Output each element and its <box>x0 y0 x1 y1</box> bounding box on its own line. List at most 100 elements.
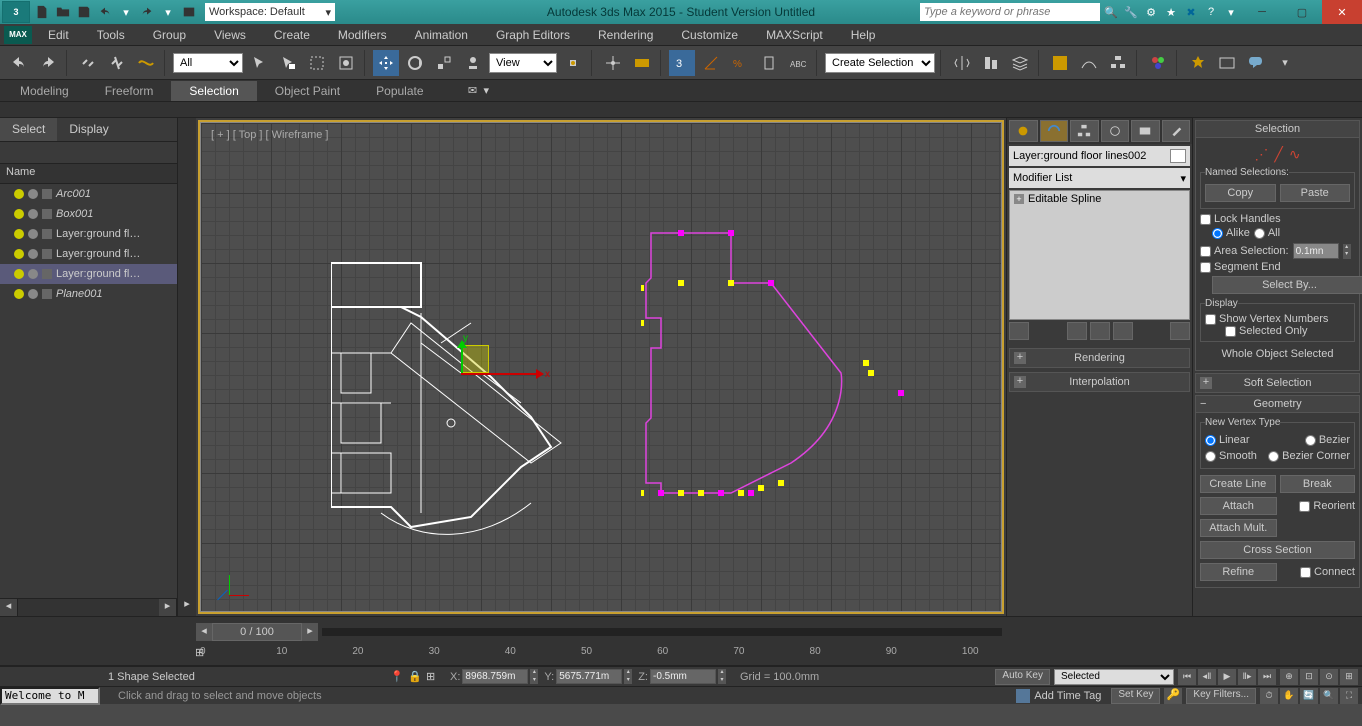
spinner-snap-button[interactable] <box>756 50 782 76</box>
soft-selection-rollout[interactable]: +Soft Selection <box>1196 374 1359 392</box>
autokey-button[interactable]: Auto Key <box>995 669 1050 685</box>
edit-named-sel-button[interactable]: ABC <box>785 50 811 76</box>
menu-edit[interactable]: Edit <box>34 26 83 44</box>
refine-button[interactable]: Refine <box>1200 563 1277 581</box>
schematic-view-button[interactable] <box>1105 50 1131 76</box>
time-tag-icon[interactable] <box>1016 689 1030 703</box>
stack-remove-button[interactable] <box>1113 322 1133 340</box>
modifier-list-combo[interactable]: Modifier List▾ <box>1009 168 1190 188</box>
geometry-rollout-header[interactable]: −Geometry <box>1196 396 1359 413</box>
align-button[interactable] <box>978 50 1004 76</box>
ribbon-tab-objectpaint[interactable]: Object Paint <box>257 81 358 101</box>
scale-button[interactable] <box>431 50 457 76</box>
scene-scroll-left[interactable]: ◂ <box>0 599 18 616</box>
area-selection-checkbox[interactable] <box>1200 246 1211 257</box>
linear-radio[interactable] <box>1205 435 1216 446</box>
scene-item[interactable]: Layer:ground fl… <box>0 224 177 244</box>
prev-frame-button[interactable]: ◂Ⅱ <box>1198 669 1216 685</box>
play-button[interactable]: ▶ <box>1218 669 1236 685</box>
stack-configure-button[interactable] <box>1170 322 1190 340</box>
isolate-icon[interactable]: 📍 <box>390 670 408 683</box>
subscription-icon[interactable]: ⚙ <box>1142 3 1160 21</box>
menu-modifiers[interactable]: Modifiers <box>324 26 401 44</box>
window-crossing-button[interactable] <box>333 50 359 76</box>
cmd-tab-create[interactable] <box>1009 120 1038 142</box>
undo-dropdown-icon[interactable]: ▾ <box>117 3 135 21</box>
stack-pin-button[interactable] <box>1009 322 1029 340</box>
visibility-icon[interactable] <box>14 189 24 199</box>
alike-radio[interactable] <box>1212 228 1223 239</box>
viewport-nav-4[interactable]: ⊞ <box>1340 669 1358 685</box>
goto-start-button[interactable]: ⏮ <box>1178 669 1196 685</box>
selected-spline[interactable] <box>641 223 921 513</box>
time-next-button[interactable]: ▸ <box>302 623 318 641</box>
freeze-icon[interactable] <box>28 289 38 299</box>
nav-pan-button[interactable]: ✋ <box>1280 688 1298 704</box>
object-name-field[interactable]: Layer:ground floor lines002 <box>1009 146 1190 166</box>
bezier-corner-radio[interactable] <box>1268 451 1279 462</box>
undo-icon[interactable] <box>96 3 114 21</box>
redo-button[interactable] <box>35 50 61 76</box>
favorite-icon[interactable]: ★ <box>1162 3 1180 21</box>
freeze-icon[interactable] <box>28 209 38 219</box>
scene-item[interactable]: Layer:ground fl… <box>0 264 177 284</box>
key-icon[interactable]: 🔧 <box>1122 3 1140 21</box>
nav-maximize-button[interactable]: ⛶ <box>1340 688 1358 704</box>
move-button[interactable] <box>373 50 399 76</box>
select-name-button[interactable] <box>275 50 301 76</box>
viewport[interactable]: [ + ] [ Top ] [ Wireframe ] y x <box>196 118 1006 616</box>
subobj-vertex-button[interactable]: ⋰ <box>1254 146 1268 163</box>
exchange-icon[interactable]: ✖ <box>1182 3 1200 21</box>
visibility-icon[interactable] <box>14 209 24 219</box>
break-button[interactable]: Break <box>1280 475 1356 493</box>
ref-coord-combo[interactable]: View <box>489 53 557 73</box>
menu-grapheditors[interactable]: Graph Editors <box>482 26 584 44</box>
setkey-button[interactable]: Set Key <box>1111 688 1160 704</box>
help-dropdown-icon[interactable]: ▾ <box>1222 3 1240 21</box>
select-by-button[interactable]: Select By... <box>1212 276 1362 294</box>
lock-selection-icon[interactable]: 🔒 <box>408 670 426 683</box>
communication-icon[interactable]: 🔍 <box>1102 3 1120 21</box>
mirror-button[interactable] <box>949 50 975 76</box>
percent-snap-button[interactable]: % <box>727 50 753 76</box>
lock-handles-checkbox[interactable] <box>1200 214 1211 225</box>
max-logo-icon[interactable]: MAX <box>4 26 32 44</box>
pivot-center-button[interactable] <box>560 50 586 76</box>
redo-dropdown-icon[interactable]: ▾ <box>159 3 177 21</box>
freeze-icon[interactable] <box>28 249 38 259</box>
y-spinner[interactable]: ▴▾ <box>624 669 632 684</box>
ribbon-tab-freeform[interactable]: Freeform <box>87 81 172 101</box>
menu-tools[interactable]: Tools <box>83 26 139 44</box>
create-line-button[interactable]: Create Line <box>1200 475 1276 493</box>
render-dropdown-icon[interactable]: ▾ <box>1272 50 1298 76</box>
show-vertex-numbers-checkbox[interactable] <box>1205 314 1216 325</box>
menu-rendering[interactable]: Rendering <box>584 26 667 44</box>
bezier-radio[interactable] <box>1305 435 1316 446</box>
render-button[interactable] <box>1243 50 1269 76</box>
stack-show-result-button[interactable] <box>1067 322 1087 340</box>
scene-item[interactable]: Box001 <box>0 204 177 224</box>
keymode-combo[interactable]: Selected <box>1054 669 1174 685</box>
keyboard-shortcut-button[interactable] <box>629 50 655 76</box>
object-color-swatch[interactable] <box>1170 149 1186 163</box>
rotate-button[interactable] <box>402 50 428 76</box>
scene-column-header[interactable]: Name <box>0 164 177 184</box>
menu-customize[interactable]: Customize <box>667 26 752 44</box>
cross-section-button[interactable]: Cross Section <box>1200 541 1355 559</box>
x-coord-input[interactable] <box>462 669 528 684</box>
subobj-segment-button[interactable]: ╱ <box>1274 146 1282 163</box>
key-filters-button[interactable]: Key Filters... <box>1186 688 1256 704</box>
reorient-checkbox[interactable] <box>1299 501 1310 512</box>
placement-button[interactable] <box>460 50 486 76</box>
attach-button[interactable]: Attach <box>1200 497 1277 515</box>
render-setup-button[interactable] <box>1185 50 1211 76</box>
scene-tab-select[interactable]: Select <box>0 118 57 141</box>
manipulate-button[interactable] <box>600 50 626 76</box>
viewport-nav-2[interactable]: ⊡ <box>1300 669 1318 685</box>
menu-group[interactable]: Group <box>139 26 200 44</box>
scene-item[interactable]: Arc001 <box>0 184 177 204</box>
scene-tab-display[interactable]: Display <box>57 118 120 141</box>
save-file-icon[interactable] <box>75 3 93 21</box>
menu-maxscript[interactable]: MAXScript <box>752 26 837 44</box>
app-logo-icon[interactable]: 3 <box>2 1 30 23</box>
